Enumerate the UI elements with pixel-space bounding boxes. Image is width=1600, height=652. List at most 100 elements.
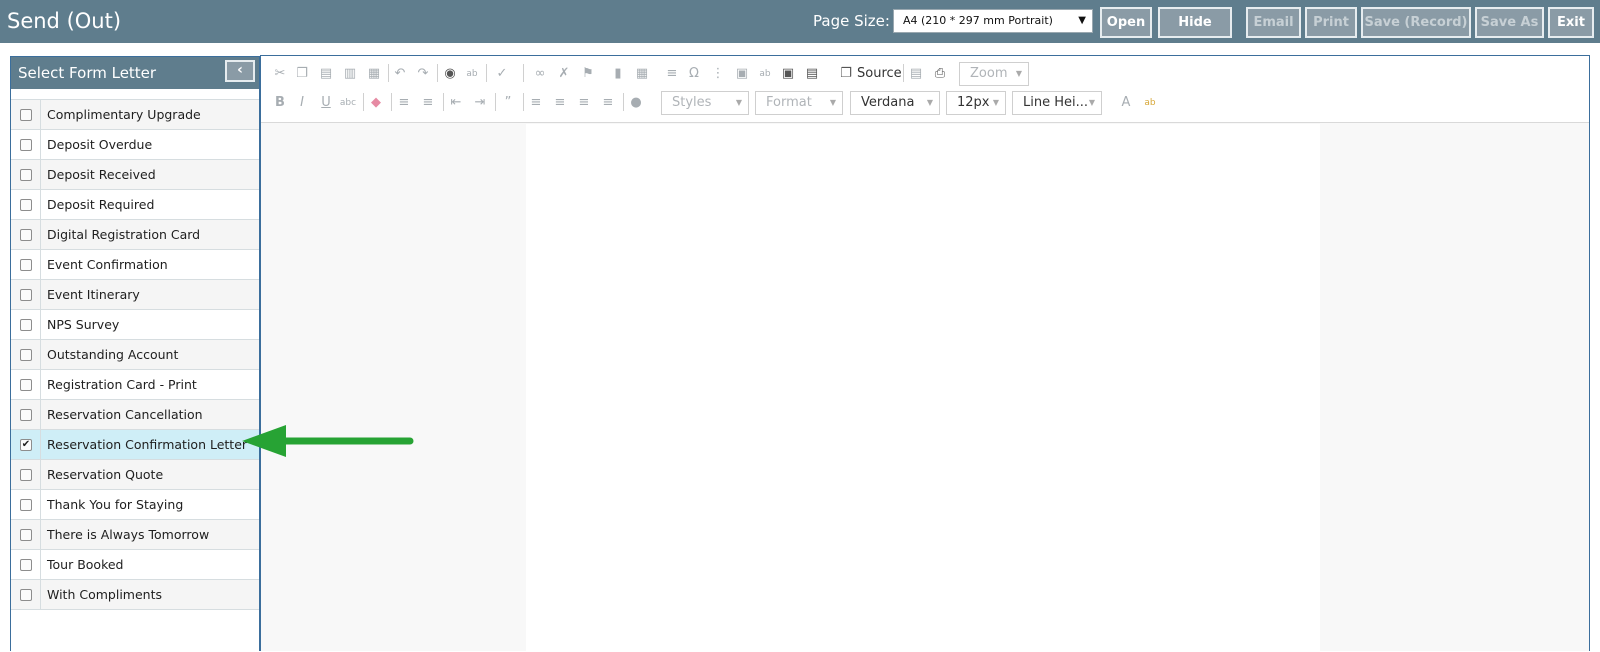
superscript-icon[interactable]: ab — [756, 65, 774, 83]
font-family-select[interactable]: Verdana ▼ — [850, 91, 940, 115]
template-icon[interactable]: ▤ — [803, 65, 821, 83]
cut-icon[interactable]: ✂ — [271, 65, 289, 83]
checkbox[interactable] — [20, 289, 32, 301]
toolbar-separator — [486, 64, 487, 82]
save-record-button[interactable]: Save (Record) — [1361, 7, 1471, 38]
checkbox[interactable] — [20, 139, 32, 151]
list-item[interactable]: Outstanding Account — [11, 340, 259, 370]
page-break-icon[interactable]: ⋮ — [709, 65, 727, 83]
list-item[interactable]: With Compliments — [11, 580, 259, 610]
checkbox[interactable] — [20, 559, 32, 571]
align-right-icon[interactable]: ≡ — [575, 94, 593, 112]
language-icon[interactable]: ● — [627, 94, 645, 112]
list-item[interactable]: Event Itinerary — [11, 280, 259, 310]
collapse-panel-button[interactable]: ‹ — [225, 60, 255, 82]
page-size-select[interactable]: A4 (210 * 297 mm Portrait) ▼ — [893, 9, 1093, 33]
open-button[interactable]: Open — [1100, 7, 1152, 38]
bold-icon[interactable]: B — [271, 94, 289, 112]
indent-icon[interactable]: ⇥ — [471, 94, 489, 112]
toolbar-separator — [443, 93, 444, 111]
numbered-list-icon[interactable]: ≡ — [395, 94, 413, 112]
list-item[interactable]: Registration Card - Print — [11, 370, 259, 400]
underline-icon[interactable]: U — [317, 94, 335, 112]
find-icon[interactable]: ◉ — [441, 65, 459, 83]
source-button[interactable]: Source — [857, 65, 902, 83]
list-item[interactable]: Thank You for Staying — [11, 490, 259, 520]
align-center-icon[interactable]: ≡ — [551, 94, 569, 112]
copy-icon[interactable]: ❐ — [293, 65, 311, 83]
checkbox[interactable] — [20, 349, 32, 361]
justify-icon[interactable]: ≡ — [599, 94, 617, 112]
unlink-icon[interactable]: ✗ — [555, 65, 573, 83]
list-item[interactable]: Event Confirmation — [11, 250, 259, 280]
background-color-icon[interactable]: ab — [1141, 94, 1159, 112]
checkbox-cell: ✔ — [11, 430, 41, 459]
special-char-icon[interactable]: Ω — [685, 65, 703, 83]
checkbox[interactable] — [20, 469, 32, 481]
font-size-select[interactable]: 12px ▼ — [946, 91, 1006, 115]
checkbox[interactable] — [20, 529, 32, 541]
link-icon[interactable]: ∞ — [531, 65, 549, 83]
chart-icon[interactable]: ▮ — [609, 65, 627, 83]
save-as-button[interactable]: Save As — [1475, 7, 1544, 38]
checkbox[interactable] — [20, 589, 32, 601]
list-item[interactable]: Tour Booked — [11, 550, 259, 580]
bulleted-list-icon[interactable]: ≡ — [419, 94, 437, 112]
checkbox[interactable] — [20, 319, 32, 331]
source-icon[interactable]: ❐ — [837, 65, 855, 83]
list-item[interactable]: Deposit Required — [11, 190, 259, 220]
horizontal-rule-icon[interactable]: ≡ — [663, 65, 681, 83]
remove-format-icon[interactable]: ◆ — [367, 94, 385, 112]
list-item[interactable]: There is Always Tomorrow — [11, 520, 259, 550]
checkbox[interactable] — [20, 229, 32, 241]
checkbox[interactable] — [20, 409, 32, 421]
list-item[interactable]: Deposit Overdue — [11, 130, 259, 160]
email-button[interactable]: Email — [1246, 7, 1301, 38]
image-insert-icon[interactable]: ▣ — [779, 65, 797, 83]
list-item[interactable]: Digital Registration Card — [11, 220, 259, 250]
checkbox[interactable] — [20, 169, 32, 181]
exit-button[interactable]: Exit — [1548, 7, 1594, 38]
list-item[interactable]: ✔ Reservation Confirmation Letter — [11, 430, 259, 460]
checkbox[interactable]: ✔ — [20, 439, 32, 451]
replace-icon[interactable]: ab — [463, 65, 481, 83]
list-item-label: NPS Survey — [47, 317, 120, 332]
styles-select[interactable]: Styles ▼ — [661, 91, 749, 115]
paste-icon[interactable]: ▤ — [317, 65, 335, 83]
spellcheck-icon[interactable]: ✓ — [493, 65, 511, 83]
table-icon[interactable]: ▦ — [633, 65, 651, 83]
align-left-icon[interactable]: ≡ — [527, 94, 545, 112]
list-item-label: There is Always Tomorrow — [47, 527, 210, 542]
outdent-icon[interactable]: ⇤ — [447, 94, 465, 112]
checkbox-cell — [11, 340, 41, 369]
undo-icon[interactable]: ↶ — [391, 65, 409, 83]
checkbox[interactable] — [20, 199, 32, 211]
checkbox[interactable] — [20, 109, 32, 121]
blockquote-icon[interactable]: ” — [499, 94, 517, 112]
paste-word-icon[interactable]: ▦ — [365, 65, 383, 83]
checkbox[interactable] — [20, 379, 32, 391]
paste-text-icon[interactable]: ▥ — [341, 65, 359, 83]
hide-body-button[interactable]: Hide Body — [1158, 7, 1232, 57]
format-select[interactable]: Format ▼ — [755, 91, 843, 115]
text-color-icon[interactable]: A — [1117, 94, 1135, 112]
list-item[interactable]: Reservation Cancellation — [11, 400, 259, 430]
preview-icon[interactable]: ▤ — [907, 65, 925, 83]
italic-icon[interactable]: I — [293, 94, 311, 112]
document-page[interactable] — [526, 124, 1320, 652]
list-item[interactable]: Deposit Received — [11, 160, 259, 190]
print-button[interactable]: Print — [1305, 7, 1357, 38]
zoom-select[interactable]: Zoom ▼ — [959, 62, 1029, 86]
strikethrough-icon[interactable]: abc — [339, 94, 357, 112]
checkbox[interactable] — [20, 499, 32, 511]
anchor-icon[interactable]: ⚑ — [579, 65, 597, 83]
line-height-select[interactable]: Line Hei... ▼ — [1012, 91, 1102, 115]
list-item[interactable]: Complimentary Upgrade — [11, 100, 259, 130]
list-item[interactable]: NPS Survey — [11, 310, 259, 340]
redo-icon[interactable]: ↷ — [414, 65, 432, 83]
print-icon[interactable]: ⎙ — [931, 65, 949, 83]
list-item-label: Reservation Cancellation — [47, 407, 203, 422]
list-item[interactable]: Reservation Quote — [11, 460, 259, 490]
image-icon[interactable]: ▣ — [733, 65, 751, 83]
checkbox[interactable] — [20, 259, 32, 271]
